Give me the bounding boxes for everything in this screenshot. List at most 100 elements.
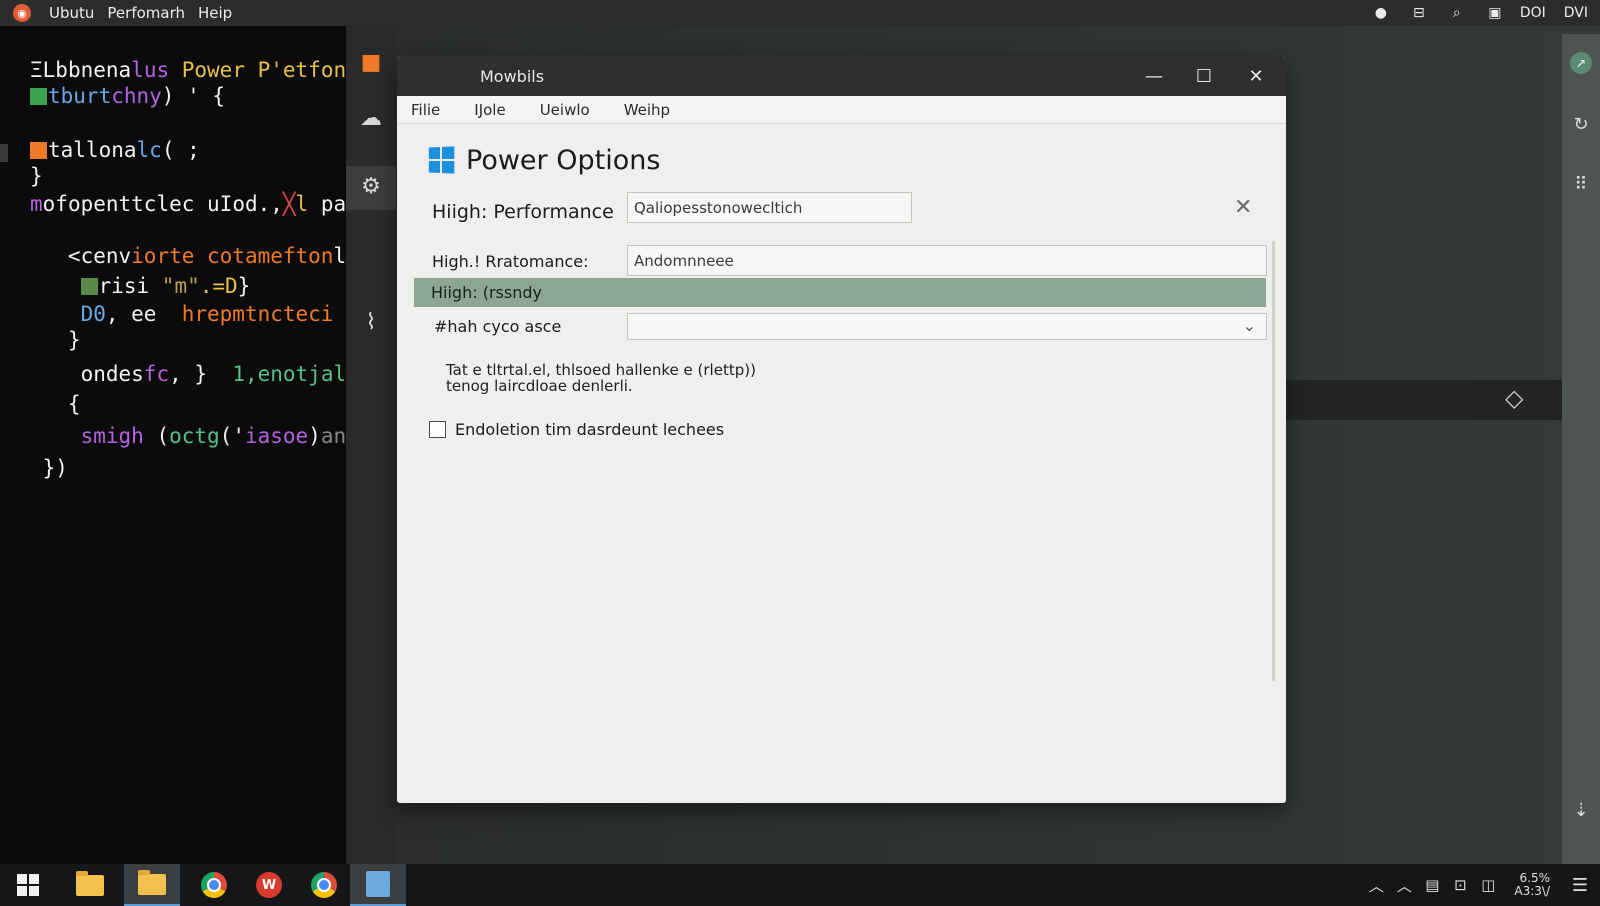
code-token: fc (143, 362, 170, 386)
menu-file[interactable]: Filie (411, 101, 440, 119)
chrome-icon (311, 872, 337, 898)
start-button[interactable] (6, 864, 50, 906)
taskbar-chrome[interactable] (192, 864, 236, 906)
clock[interactable]: 6.5% Α3:3\/ (1514, 872, 1550, 898)
code-line: tallonalc( ; (30, 136, 200, 164)
selected-option-row[interactable]: Hiigh: (rssndy (414, 278, 1266, 307)
code-token: ofopenttclec (42, 192, 208, 216)
code-token: pah (320, 192, 346, 216)
code-token: Lbbnena (42, 58, 132, 82)
page-title: Power Options (466, 145, 661, 176)
notification-icon[interactable]: ☰ (1560, 875, 1600, 896)
code-token: Ξ (30, 58, 43, 82)
code-token: ) ' { (161, 84, 226, 108)
code-line: mofopenttclec uIod.,╳l pah (30, 190, 346, 218)
taskbar-chrome-2[interactable] (302, 864, 346, 906)
menu-help[interactable]: Heip (198, 4, 232, 22)
help-icon[interactable]: ● (1362, 5, 1400, 21)
gutter-marker (0, 144, 8, 162)
code-marker (80, 278, 98, 295)
chevron-up-icon[interactable]: ︿ (1362, 875, 1390, 896)
code-token: , ee (105, 302, 182, 326)
taskbar-file-explorer[interactable] (68, 864, 112, 906)
display-icon[interactable]: ⊟ (1400, 5, 1438, 21)
volume-icon[interactable]: ◫ (1474, 876, 1502, 894)
content-scrollbar[interactable] (1272, 241, 1275, 681)
chevron-down-icon: ⌄ (1242, 316, 1256, 335)
code-token: cenv (80, 244, 132, 268)
monitor-icon[interactable]: ▤ (1418, 876, 1446, 894)
top-status-text-2[interactable]: DVI (1564, 5, 1588, 21)
maximize-button[interactable]: ☐ (1186, 62, 1222, 90)
taskbar-office[interactable]: W (247, 864, 291, 906)
code-line: D0, ee hrepmtncteci (30, 300, 334, 328)
description-line-2: tenog laircdloae denlerli. (446, 377, 633, 395)
code-line: } (30, 162, 43, 190)
clock-line-2: Α3:3\/ (1514, 884, 1550, 898)
code-token: octg (169, 424, 220, 448)
chevron-up-icon[interactable]: ︿ (1390, 875, 1418, 896)
performance-label: High.! Rratomance: (432, 252, 589, 271)
code-line: risi "m".=D} (30, 272, 250, 300)
menu-performance[interactable]: Perfomarh (107, 4, 185, 22)
option-checkbox[interactable] (429, 421, 446, 438)
cycle-dropdown[interactable]: ⌄ (627, 313, 1267, 340)
plan-name-field[interactable] (627, 192, 912, 223)
taskbar-documents[interactable] (350, 864, 406, 906)
code-token: hrepmtncteci (181, 302, 334, 326)
taskbar-file-explorer-active[interactable] (124, 864, 180, 906)
right-rail: ↗ ↻ ⠿ ⇣ (1562, 34, 1600, 864)
system-tray: ︿ ︿ ▤ ⊡ ◫ 6.5% Α3:3\/ ☰ (1362, 864, 1600, 906)
option-checkbox-label[interactable]: Endoletion tim dasrdeunt lechees (455, 420, 724, 439)
code-token: } (237, 274, 251, 298)
menu-help[interactable]: Weihp (624, 101, 670, 119)
clear-field-icon[interactable]: ✕ (1234, 195, 1252, 220)
power-options-window: Mowbils — ☐ ✕ Filie IJole Ueiwlo Weihp P… (397, 56, 1286, 803)
code-token: } (30, 164, 43, 188)
windows-start-icon (17, 874, 39, 896)
top-status-text-1[interactable]: DOI (1520, 5, 1546, 21)
code-line: smigh (octg('iasoe)antp (30, 422, 346, 450)
settings-tool-icon[interactable]: ⚙ (346, 174, 396, 199)
close-button[interactable]: ✕ (1238, 62, 1274, 90)
code-line: }) (30, 454, 68, 482)
plan-label: Hiigh: Performance (432, 201, 614, 223)
status-dot-icon[interactable]: ↗ (1570, 52, 1592, 74)
code-token: .=D (199, 274, 238, 298)
performance-field[interactable] (627, 245, 1267, 276)
chart-tool-icon[interactable]: ⌇ (346, 310, 396, 335)
folder-icon (76, 870, 104, 896)
arrow-down-icon[interactable]: ⇣ (1562, 800, 1600, 821)
grid-icon[interactable]: ⠿ (1562, 174, 1600, 195)
description-line-1: Tat e tltrtal.el, thlsoed hallenke e (rl… (446, 361, 756, 379)
ubuntu-logo-icon[interactable]: ◉ (13, 4, 31, 22)
code-editor[interactable]: ΞLbbnenalus Power P'etfonctltburtchny) '… (0, 26, 346, 864)
taskbar: W ︿ ︿ ▤ ⊡ ◫ 6.5% Α3:3\/ ☰ (0, 864, 1600, 906)
option-checkbox-row[interactable]: Endoletion tim dasrdeunt lechees (429, 420, 724, 439)
app-name[interactable]: Ubutu (49, 4, 94, 22)
cloud-sync-icon[interactable]: ☁ (346, 106, 396, 131)
screen-share-icon[interactable]: ▣ (1476, 5, 1514, 21)
network-icon[interactable]: ⊡ (1446, 876, 1474, 894)
code-token: ╳ (282, 192, 296, 216)
orange-tab-icon[interactable]: ■ (346, 50, 396, 75)
top-bar: ◉ Ubutu Perfomarh Heip ● ⊟ ⌕ ▣ DOI DVI (0, 0, 1600, 26)
window-content: Power Options Hiigh: Performance ✕ High.… (397, 125, 1286, 803)
search-icon[interactable]: ⌕ (1438, 5, 1476, 21)
code-token: risi (98, 274, 162, 298)
top-bar-status: ● ⊟ ⌕ ▣ DOI DVI (1362, 0, 1600, 26)
code-token: (' (219, 424, 245, 448)
code-marker (30, 142, 47, 159)
refresh-icon[interactable]: ↻ (1562, 114, 1600, 135)
code-line: <cenviorte cotameftonl, (30, 242, 346, 270)
menu-view[interactable]: Ueiwlo (540, 101, 590, 119)
window-titlebar[interactable]: Mowbils — ☐ ✕ (397, 56, 1286, 96)
code-token: chny (111, 84, 162, 108)
menu-tools[interactable]: IJole (474, 101, 505, 119)
side-toolbar: ■ ☁ ⚙ ⌇ (346, 26, 396, 864)
diamond-icon[interactable]: ◇ (1505, 384, 1523, 412)
code-token: iorte (131, 244, 208, 268)
code-token: m (30, 192, 43, 216)
code-token: cotamefton (207, 244, 334, 268)
minimize-button[interactable]: — (1136, 62, 1172, 90)
